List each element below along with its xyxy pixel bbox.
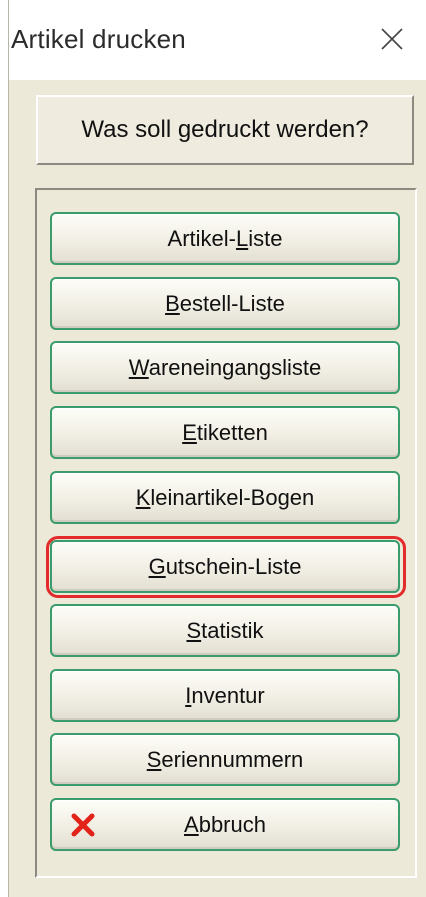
button-label: Artikel-Liste <box>167 225 283 251</box>
window-title: Artikel drucken <box>11 24 186 54</box>
wareneingangsliste-button[interactable]: Wareneingangsliste <box>50 341 400 394</box>
button-label: Kleinartikel-Bogen <box>135 484 315 510</box>
button-label: Wareneingangsliste <box>128 354 322 380</box>
bestell-liste-button[interactable]: Bestell-Liste <box>50 277 400 330</box>
etiketten-button[interactable]: Etiketten <box>50 406 400 459</box>
abbruch-button[interactable]: Abbruch <box>50 798 400 851</box>
gutschein-liste-button[interactable]: Gutschein-Liste <box>50 540 400 593</box>
kleinartikel-bogen-button[interactable]: Kleinartikel-Bogen <box>50 471 400 524</box>
button-label: Etiketten <box>182 419 268 445</box>
button-label: Gutschein-Liste <box>148 553 302 579</box>
artikel-liste-button[interactable]: Artikel-Liste <box>50 212 400 265</box>
inventur-button[interactable]: Inventur <box>50 669 400 722</box>
prompt-label: Was soll gedruckt werden? <box>36 95 414 165</box>
title-bar: Artikel drucken <box>9 0 426 80</box>
button-label: Abbruch <box>184 811 266 837</box>
print-dialog: Artikel drucken Was soll gedruckt werden… <box>8 0 426 897</box>
statistik-button[interactable]: Statistik <box>50 604 400 657</box>
button-label: Seriennummern <box>146 746 304 772</box>
button-label: Statistik <box>186 617 264 643</box>
red-x-icon <box>71 813 95 837</box>
button-label: Inventur <box>185 682 265 708</box>
seriennummern-button[interactable]: Seriennummern <box>50 733 400 786</box>
button-label: Bestell-Liste <box>165 290 285 316</box>
close-icon[interactable] <box>375 22 409 56</box>
